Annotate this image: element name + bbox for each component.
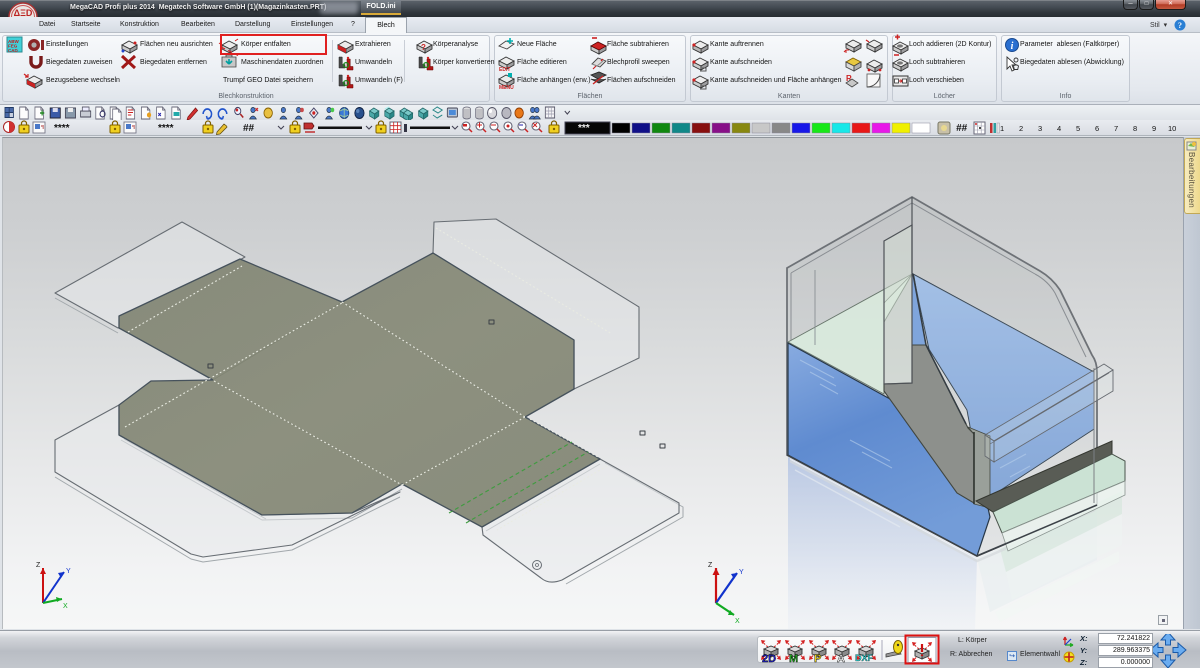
svg-text:Z: Z: [36, 562, 41, 569]
svg-text:##: ##: [243, 123, 255, 134]
svg-text:7: 7: [1114, 124, 1118, 133]
svg-text:##: ##: [956, 123, 968, 134]
svg-text:3: 3: [1038, 124, 1042, 133]
svg-text:MENU: MENU: [499, 85, 514, 91]
svg-text:9: 9: [1152, 124, 1156, 133]
svg-text:A: A: [837, 653, 845, 665]
svg-text:i: i: [1011, 41, 1014, 52]
svg-text:10: 10: [1168, 124, 1176, 133]
svg-text:Z: Z: [708, 562, 713, 569]
svg-text:Y: Y: [66, 568, 71, 575]
svg-text:2D: 2D: [762, 653, 776, 665]
svg-text:?: ?: [421, 43, 426, 52]
svg-text:P: P: [814, 653, 821, 665]
svg-text:1: 1: [1000, 124, 1004, 133]
svg-text:X: X: [63, 603, 68, 610]
svg-text:****: ****: [158, 123, 174, 134]
svg-text:X: X: [735, 618, 740, 625]
svg-text:M: M: [789, 653, 798, 665]
svg-text:5: 5: [1076, 124, 1080, 133]
svg-text:8: 8: [1133, 124, 1137, 133]
svg-text:CAD: CAD: [8, 48, 18, 53]
svg-text:?: ?: [1178, 21, 1182, 30]
svg-text:2: 2: [1019, 124, 1023, 133]
svg-text:***: ***: [578, 123, 590, 134]
svg-text:****: ****: [54, 123, 70, 134]
svg-text:4: 4: [1057, 124, 1061, 133]
svg-text:6: 6: [1095, 124, 1099, 133]
svg-text:EDIT: EDIT: [499, 67, 510, 73]
svg-text:DXF: DXF: [855, 653, 874, 663]
svg-text:Y: Y: [739, 569, 744, 576]
